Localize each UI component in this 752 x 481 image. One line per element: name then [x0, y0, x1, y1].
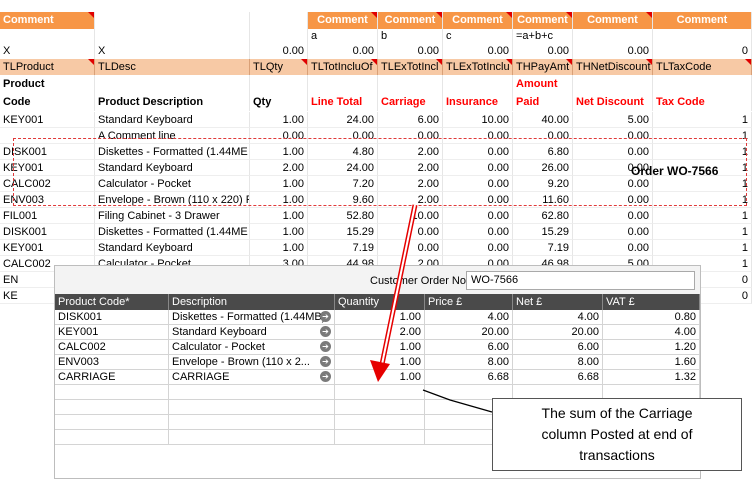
callout-line: transactions: [579, 447, 655, 463]
callout-line: The sum of the Carriage: [541, 405, 693, 421]
callout-pointer: [422, 389, 493, 413]
callout-line: column Posted at end of: [541, 426, 693, 442]
carriage-arrow: [370, 204, 418, 382]
callout-box: The sum of the Carriage column Posted at…: [492, 398, 742, 471]
